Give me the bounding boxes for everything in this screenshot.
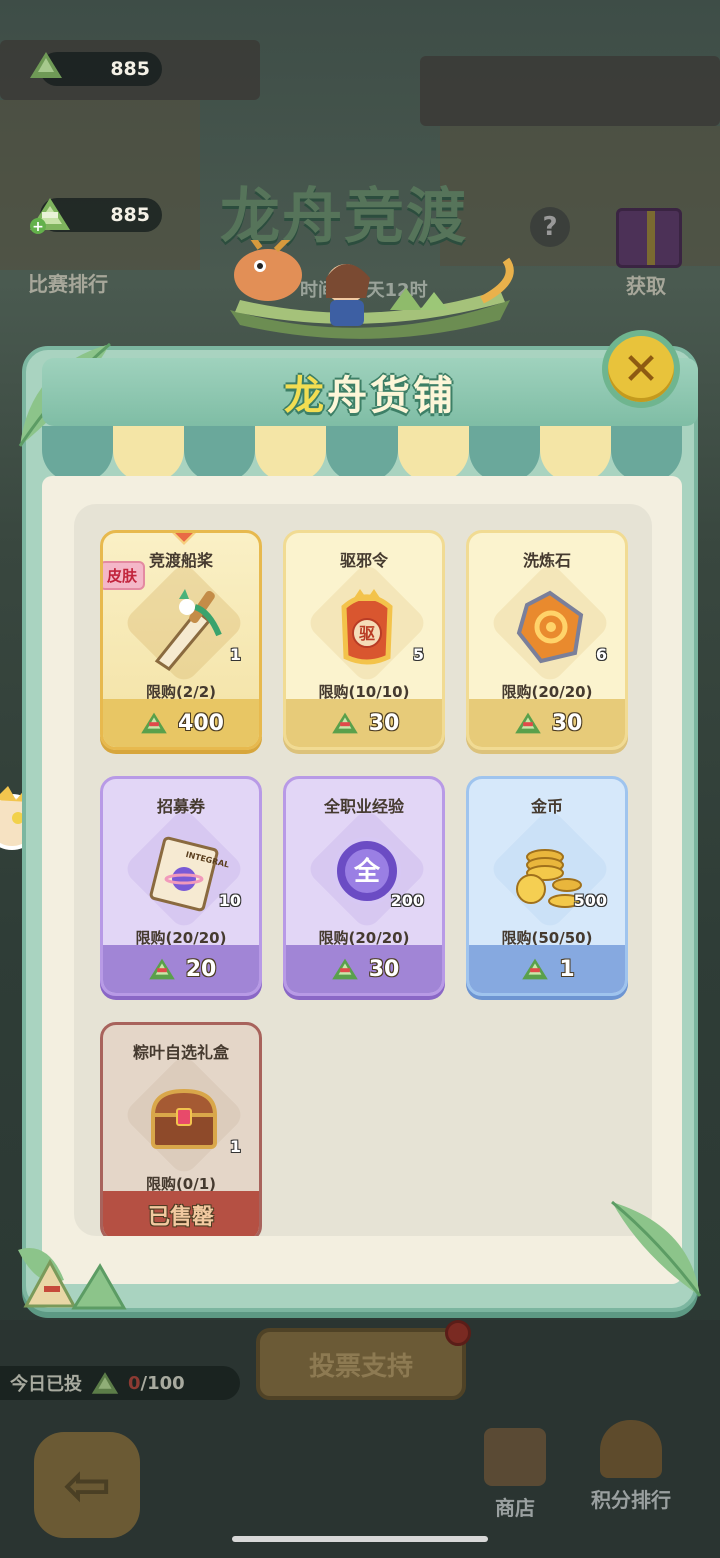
arrow-left-icon: ⇦ [62, 1451, 112, 1519]
treasure-chest-icon [150, 1088, 218, 1149]
currency-amount: 885 [110, 58, 150, 80]
dragon-boat-illustration [230, 240, 514, 339]
shop-title-rest: 舟货铺 [327, 373, 456, 419]
shop-item-card[interactable]: 粽叶自选礼盒 1 限购(0/1) 已售罄 [100, 1022, 262, 1236]
zongzi-decoration-icon [18, 1248, 127, 1310]
notification-dot [445, 1320, 471, 1346]
zongzi-icon [331, 958, 358, 980]
item-quantity: 10 [218, 891, 241, 910]
item-price: 已售罄 [147, 1205, 214, 1230]
exp-orb-label: 全 [353, 856, 381, 887]
shop-stall-icon [484, 1428, 546, 1486]
shop-item-card[interactable]: 金币 500 限购(50/50) 1 [466, 776, 628, 996]
buy-button[interactable]: 1 [469, 945, 625, 993]
close-button[interactable]: ✕ [602, 330, 680, 408]
item-price: 30 [368, 956, 400, 982]
item-quantity: 5 [412, 645, 424, 664]
help-button[interactable]: ? [530, 207, 570, 247]
oar-icon [154, 589, 222, 671]
nav-points-ranking[interactable]: 积分排行 [576, 1420, 686, 1513]
bamboo-leaf-icon [611, 1200, 702, 1297]
zongzi-icon [30, 52, 62, 78]
trophy-icon [600, 1420, 662, 1478]
nav-shop-label: 商店 [495, 1496, 535, 1520]
background-building [0, 100, 200, 270]
buy-button[interactable]: 30 [286, 945, 442, 993]
ranking-label[interactable]: 比赛排行 [28, 268, 108, 297]
zongzi-icon [141, 712, 167, 734]
shop-item-card[interactable]: 招募券 INTEGRAL 10 限购(20/20) 20 [100, 776, 262, 996]
item-price: 400 [178, 710, 224, 736]
shop-title: 龙舟货铺 [284, 363, 456, 421]
shop-item-grid[interactable]: 竞渡船桨 皮肤 1 限购(2/2) 400 驱邪令 驱 5 限购(10/10) [74, 504, 652, 1236]
today-votes-bar: 今日已投 0/100 [0, 1366, 240, 1400]
svg-text:驱: 驱 [359, 624, 375, 643]
buy-button[interactable]: 400 [103, 699, 259, 747]
shop-title-first: 龙 [284, 373, 327, 419]
item-price: 1 [559, 956, 575, 982]
today-votes-total: /100 [140, 1372, 185, 1394]
zongzi-add-icon[interactable]: + [26, 194, 74, 236]
today-votes-count: 0 [128, 1372, 141, 1394]
obtain-label[interactable]: 获取 [626, 270, 666, 299]
item-quantity: 1 [229, 645, 241, 664]
item-price: 30 [368, 710, 400, 736]
rarity-gem-icon [171, 533, 197, 545]
item-price: 30 [551, 710, 583, 736]
zongzi-icon [148, 958, 175, 980]
sold-out-label: 已售罄 [103, 1191, 259, 1236]
shop-item-card[interactable]: 全职业经验 全 200 限购(20/20) 30 [283, 776, 445, 996]
nav-shop[interactable]: 商店 [460, 1428, 570, 1521]
item-quantity: 500 [573, 891, 607, 910]
shop-item-card[interactable]: 洗炼石 6 限购(20/20) 30 [466, 530, 628, 750]
today-votes-label: 今日已投 [10, 1374, 82, 1395]
buy-button[interactable]: 30 [469, 699, 625, 747]
refine-stone-icon [516, 590, 584, 664]
talisman-icon: 驱 [341, 589, 393, 665]
shop-item-card[interactable]: 竞渡船桨 皮肤 1 限购(2/2) 400 [100, 530, 262, 750]
gift-box-icon[interactable] [616, 208, 682, 268]
background-roof [420, 56, 720, 126]
shop-item-card[interactable]: 驱邪令 驱 5 限购(10/10) 30 [283, 530, 445, 750]
close-icon: ✕ [622, 343, 660, 395]
nav-points-ranking-label: 积分排行 [591, 1488, 671, 1512]
buy-button[interactable]: 20 [103, 945, 259, 993]
zongzi-icon [91, 1372, 119, 1394]
buy-button[interactable]: 30 [286, 699, 442, 747]
shop-header: 龙舟货铺 [42, 358, 698, 426]
svg-text:+: + [32, 219, 44, 235]
item-price: 20 [185, 956, 217, 982]
zongzi-icon [514, 712, 541, 734]
zongzi-icon [331, 712, 358, 734]
item-quantity: 6 [595, 645, 607, 664]
vote-support-button[interactable]: 投票支持 [256, 1328, 466, 1400]
back-button[interactable]: ⇦ [34, 1432, 140, 1538]
item-quantity: 200 [390, 891, 424, 910]
item-quantity: 1 [229, 1137, 241, 1156]
recruit-ticket-icon: INTEGRAL [149, 836, 229, 912]
currency-amount: 885 [110, 204, 150, 226]
home-indicator [232, 1536, 488, 1542]
zongzi-icon [522, 958, 549, 980]
